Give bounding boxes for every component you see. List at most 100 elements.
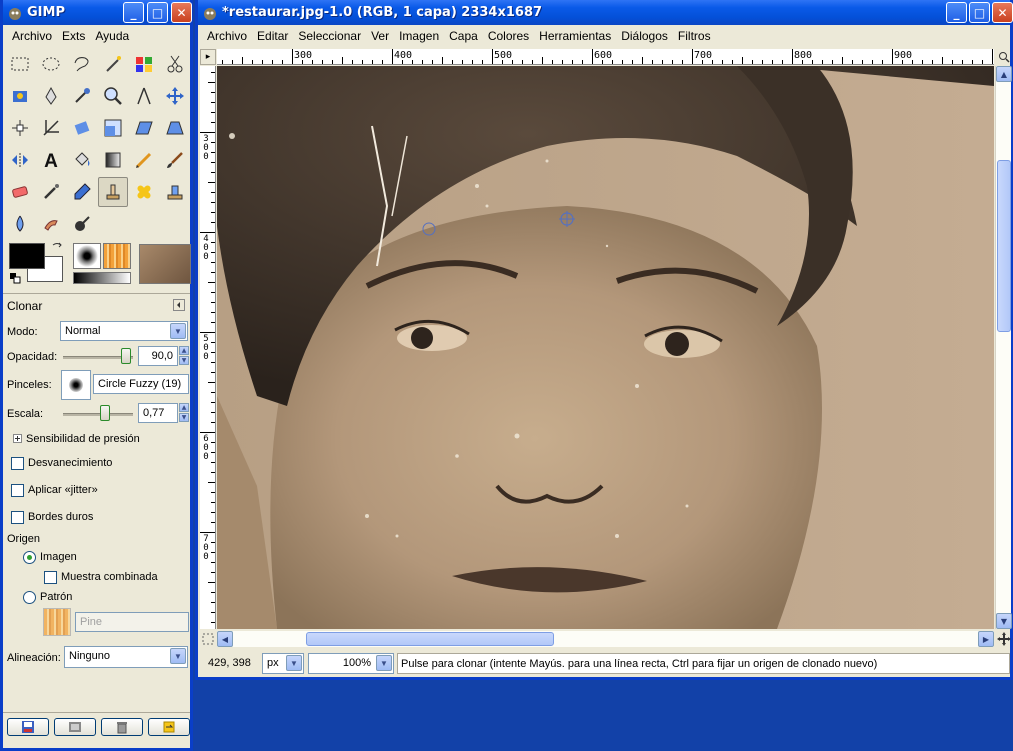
fade-checkbox[interactable]	[11, 457, 24, 470]
toolbox-titlebar[interactable]: GIMP _ □ ✕	[3, 0, 192, 25]
opacity-field[interactable]: 90,0	[138, 346, 178, 366]
save-options-button[interactable]	[7, 718, 49, 736]
horizontal-scrollbar[interactable]: ◀ ▶	[217, 631, 994, 647]
scroll-up-icon[interactable]: ▲	[996, 66, 1012, 82]
vertical-scrollbar[interactable]: ▲ ▼	[995, 66, 1012, 629]
image-window-titlebar[interactable]: *restaurar.jpg-1.0 (RGB, 1 capa) 2334x16…	[198, 0, 1013, 25]
align-tool[interactable]	[5, 113, 35, 143]
airbrush-tool[interactable]	[36, 177, 66, 207]
pattern-picker-button[interactable]	[43, 608, 71, 636]
perspective-clone-tool[interactable]	[160, 177, 190, 207]
spin-up-icon[interactable]: ▲	[179, 346, 189, 355]
horizontal-ruler[interactable]: 300 400 500 600 700 800 900	[217, 49, 994, 65]
active-image-thumbnail[interactable]	[139, 244, 191, 284]
shear-tool[interactable]	[129, 113, 159, 143]
spin-up-icon[interactable]: ▲	[179, 403, 189, 412]
menu-colores[interactable]: Colores	[483, 29, 534, 43]
brush-picker-button[interactable]	[61, 370, 91, 400]
scissors-tool[interactable]	[160, 49, 190, 79]
source-image-radio[interactable]	[23, 551, 36, 564]
chevron-down-icon[interactable]: ▼	[376, 655, 392, 671]
scroll-right-icon[interactable]: ▶	[978, 631, 994, 647]
menu-archivo[interactable]: Archivo	[7, 29, 57, 43]
scroll-down-icon[interactable]: ▼	[996, 613, 1012, 629]
vertical-ruler[interactable]: 300 400 500 600 700	[200, 66, 216, 629]
navigate-icon[interactable]	[997, 632, 1011, 646]
hard-edges-checkbox[interactable]	[11, 511, 24, 524]
ellipse-select-tool[interactable]	[36, 49, 66, 79]
menu-dialogos[interactable]: Diálogos	[616, 29, 673, 43]
pencil-tool[interactable]	[129, 145, 159, 175]
perspective-tool[interactable]	[160, 113, 190, 143]
eraser-tool[interactable]	[5, 177, 35, 207]
opacity-spinner[interactable]: ▲ ▼	[179, 346, 189, 366]
quick-mask-icon[interactable]	[202, 633, 214, 645]
lasso-tool[interactable]	[67, 49, 97, 79]
menu-ayuda[interactable]: Ayuda	[90, 29, 134, 43]
menu-ver[interactable]: Ver	[366, 29, 394, 43]
minimize-button[interactable]: _	[946, 2, 967, 23]
rotate-tool[interactable]	[67, 113, 97, 143]
scale-spinner[interactable]: ▲ ▼	[179, 403, 189, 423]
chevron-down-icon[interactable]: ▼	[170, 323, 186, 339]
active-pattern-preview[interactable]	[103, 243, 131, 269]
rect-select-tool[interactable]	[5, 49, 35, 79]
delete-options-button[interactable]	[101, 718, 143, 736]
zoom-tool[interactable]	[98, 81, 128, 111]
vertical-scroll-thumb[interactable]	[997, 160, 1011, 332]
menu-editar[interactable]: Editar	[252, 29, 293, 43]
default-colors-icon[interactable]	[9, 272, 21, 284]
active-brush-preview[interactable]	[73, 243, 101, 269]
dodge-burn-tool[interactable]	[67, 209, 97, 239]
bucket-fill-tool[interactable]	[67, 145, 97, 175]
menu-filtros[interactable]: Filtros	[673, 29, 716, 43]
scale-tool[interactable]	[98, 113, 128, 143]
mode-combo[interactable]: Normal ▼	[60, 321, 188, 341]
paths-tool[interactable]	[36, 81, 66, 111]
restore-options-button[interactable]	[54, 718, 96, 736]
scale-slider-thumb[interactable]	[100, 405, 110, 421]
maximize-button[interactable]: □	[969, 2, 990, 23]
close-button[interactable]: ✕	[992, 2, 1013, 23]
reset-options-button[interactable]	[148, 718, 190, 736]
menu-seleccionar[interactable]: Seleccionar	[293, 29, 366, 43]
text-tool[interactable]: A	[36, 145, 66, 175]
menu-capa[interactable]: Capa	[444, 29, 483, 43]
chevron-down-icon[interactable]: ▼	[170, 648, 186, 664]
active-gradient-preview[interactable]	[73, 272, 131, 284]
foreground-select-tool[interactable]	[5, 81, 35, 111]
scroll-left-icon[interactable]: ◀	[217, 631, 233, 647]
heal-tool[interactable]	[129, 177, 159, 207]
color-picker-tool[interactable]	[67, 81, 97, 111]
sample-merged-checkbox[interactable]	[44, 571, 57, 584]
scale-field[interactable]: 0,77	[138, 403, 178, 423]
menu-exts[interactable]: Exts	[57, 29, 90, 43]
source-pattern-radio[interactable]	[23, 591, 36, 604]
blend-tool[interactable]	[98, 145, 128, 175]
menu-archivo[interactable]: Archivo	[202, 29, 252, 43]
image-menu-button[interactable]: ▸	[200, 49, 216, 65]
blur-tool[interactable]	[5, 209, 35, 239]
fuzzy-select-tool[interactable]	[98, 49, 128, 79]
spin-down-icon[interactable]: ▼	[179, 413, 189, 422]
swap-colors-icon[interactable]	[51, 241, 63, 253]
jitter-checkbox[interactable]	[11, 484, 24, 497]
scale-slider[interactable]	[63, 413, 133, 416]
image-canvas[interactable]	[217, 66, 994, 629]
menu-imagen[interactable]: Imagen	[394, 29, 444, 43]
foreground-color-swatch[interactable]	[9, 243, 45, 269]
clone-tool[interactable]	[98, 177, 128, 207]
ink-tool[interactable]	[67, 177, 97, 207]
zoom-window-icon[interactable]	[998, 51, 1010, 63]
measure-tool[interactable]	[129, 81, 159, 111]
smudge-tool[interactable]	[36, 209, 66, 239]
panel-menu-icon[interactable]	[173, 299, 185, 311]
minimize-button[interactable]: _	[123, 2, 144, 23]
opacity-slider-thumb[interactable]	[121, 348, 131, 364]
pressure-sensitivity-expander[interactable]: Sensibilidad de presión	[26, 433, 140, 445]
move-tool[interactable]	[160, 81, 190, 111]
color-select-tool[interactable]	[129, 49, 159, 79]
chevron-down-icon[interactable]: ▼	[286, 655, 302, 671]
menu-herramientas[interactable]: Herramientas	[534, 29, 616, 43]
crop-tool[interactable]	[36, 113, 66, 143]
